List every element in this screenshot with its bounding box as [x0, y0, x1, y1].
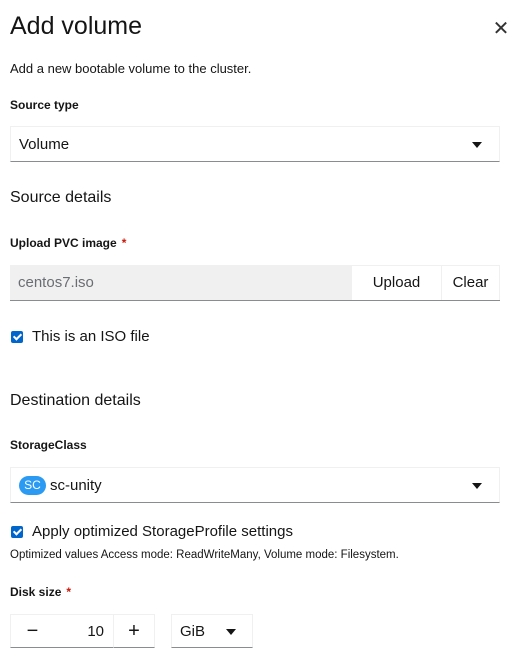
file-name-input[interactable]: centos7.iso [10, 265, 351, 300]
caret-down-icon [472, 483, 482, 489]
disk-size-label: Disk size * [10, 584, 71, 600]
file-upload: centos7.iso Upload Clear [10, 265, 500, 301]
minus-icon[interactable]: − [10, 614, 54, 648]
source-type-label: Source type [10, 98, 79, 112]
upload-pvc-label-text: Upload PVC image [10, 236, 117, 250]
caret-down-icon [472, 142, 482, 148]
storage-class-badge: SC [19, 476, 46, 495]
file-name-value: centos7.iso [18, 274, 94, 291]
add-volume-modal: Add volume ✕ Add a new bootable volume t… [0, 0, 525, 656]
optimize-checkbox-label: Apply optimized StorageProfile settings [32, 523, 293, 540]
disk-size-label-text: Disk size [10, 585, 62, 599]
upload-pvc-label: Upload PVC image * [10, 235, 126, 251]
optimize-checkbox-row[interactable]: Apply optimized StorageProfile settings [11, 523, 293, 541]
optimize-help-text: Optimized values Access mode: ReadWriteM… [10, 549, 399, 561]
disk-unit-value: GiB [180, 623, 206, 640]
close-icon[interactable]: ✕ [490, 18, 512, 40]
upload-button[interactable]: Upload [351, 265, 441, 300]
caret-down-icon [226, 629, 236, 635]
iso-checkbox-row[interactable]: This is an ISO file [11, 328, 150, 346]
storage-class-label: StorageClass [10, 438, 87, 452]
optimize-checkbox[interactable] [11, 526, 23, 538]
modal-subtitle: Add a new bootable volume to the cluster… [10, 61, 252, 76]
source-type-select[interactable]: Volume [10, 126, 500, 162]
storage-class-select[interactable]: SC sc-unity [10, 467, 500, 503]
destination-details-title: Destination details [10, 392, 141, 409]
clear-button[interactable]: Clear [441, 265, 500, 300]
plus-icon[interactable]: + [113, 614, 155, 648]
storage-class-value: sc-unity [50, 477, 102, 494]
iso-checkbox[interactable] [11, 331, 23, 343]
required-mark: * [66, 585, 72, 599]
iso-checkbox-label: This is an ISO file [32, 328, 150, 345]
required-mark: * [121, 236, 127, 250]
source-details-title: Source details [10, 189, 112, 206]
disk-size-input[interactable]: 10 [54, 614, 113, 648]
disk-unit-select[interactable]: GiB [171, 614, 253, 648]
source-type-value: Volume [19, 136, 70, 153]
modal-title: Add volume [10, 12, 143, 40]
